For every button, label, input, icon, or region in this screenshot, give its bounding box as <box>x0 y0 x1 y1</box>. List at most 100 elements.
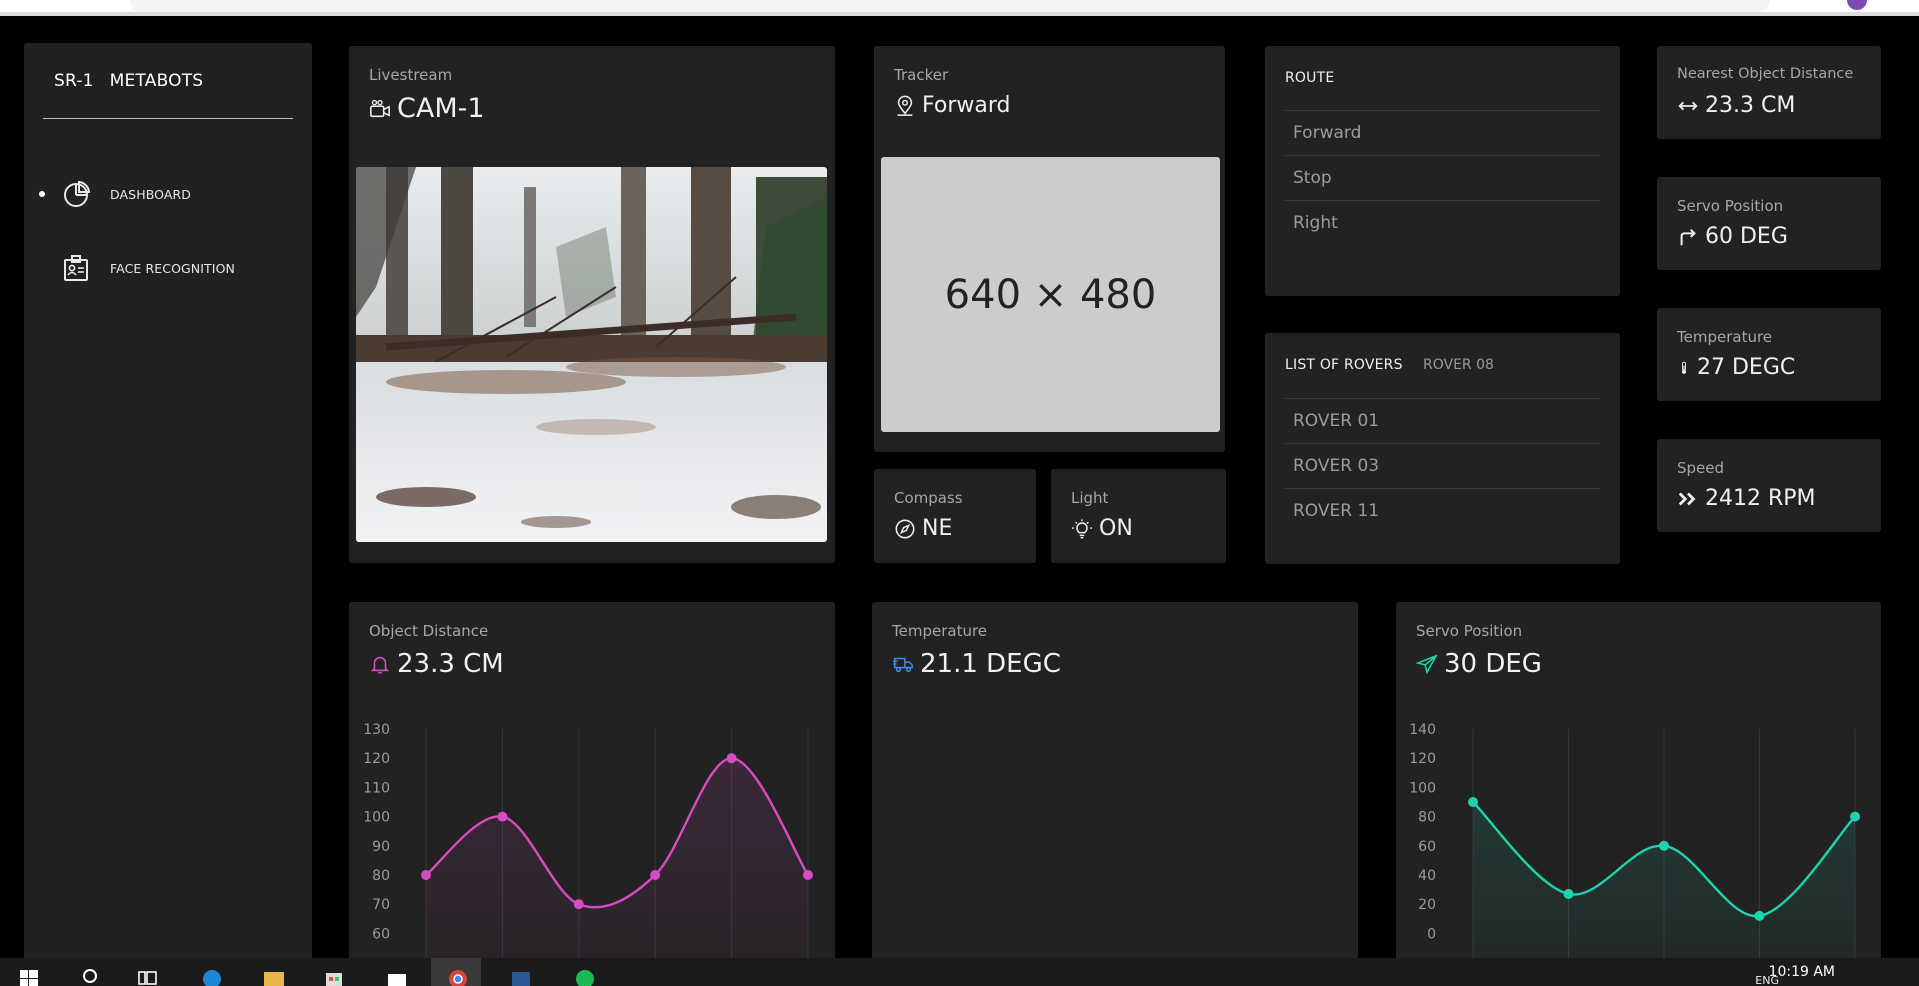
y-tick-label: 20 <box>1418 897 1436 913</box>
data-point <box>650 870 661 880</box>
y-tick-label: 60 <box>1418 839 1436 855</box>
stat-card-speed: Speed 2412 RPM <box>1657 439 1881 532</box>
profile-avatar[interactable] <box>1847 0 1867 10</box>
data-point <box>1563 888 1574 899</box>
servo-position-chart-card: Servo Position 30 DEG 140 120 100 80 60 40 20 0 <box>1396 602 1881 982</box>
sidebar: SR-1 METABOTS DASHBOARD FACE RECOGNITION <box>24 43 312 968</box>
compass-value: NE <box>894 516 952 541</box>
route-item-stop[interactable]: Stop <box>1285 155 1600 200</box>
temperature-chart-value: 21.1 DEGC <box>920 649 1061 679</box>
y-tick-label: 120 <box>1409 751 1436 767</box>
route-item-right[interactable]: Right <box>1285 200 1600 245</box>
y-tick-label: 0 <box>1427 926 1436 942</box>
y-tick-label: 80 <box>1418 810 1436 826</box>
pie-chart-icon <box>64 180 91 207</box>
sidebar-item-face-recognition[interactable]: FACE RECOGNITION <box>24 250 312 286</box>
chart-value: 21.1 DEGC <box>892 649 1061 679</box>
temperature-chart-card: Temperature 21.1 DEGC <box>872 602 1358 982</box>
route-item-forward[interactable]: Forward <box>1285 110 1600 155</box>
rover-item[interactable]: ROVER 01 <box>1285 398 1600 443</box>
rovers-title[interactable]: LIST OF ROVERS <box>1285 357 1403 373</box>
task-view-icon[interactable] <box>137 966 159 986</box>
chrome-icon[interactable] <box>447 966 469 986</box>
mail-icon[interactable] <box>386 966 408 986</box>
y-tick-label: 90 <box>372 839 390 855</box>
sidebar-item-dashboard[interactable]: DASHBOARD <box>24 176 312 212</box>
series-area <box>426 758 808 982</box>
rovers-card: LIST OF ROVERS ROVER 08 ROVER 01 ROVER 0… <box>1265 333 1620 564</box>
speed-value: 2412 RPM <box>1705 486 1816 511</box>
word-icon[interactable] <box>510 966 532 986</box>
spotify-icon[interactable] <box>574 966 596 986</box>
tracker-card: Tracker Forward 640 × 480 <box>874 46 1225 452</box>
y-tick-label: 80 <box>372 868 390 884</box>
rover-item[interactable]: ROVER 03 <box>1285 443 1600 488</box>
compass-label: Compass <box>894 489 963 507</box>
brand-code: SR-1 <box>54 71 94 91</box>
taskbar: ENG 10:19 AM <box>0 958 1919 986</box>
y-tick-label: 100 <box>363 810 390 826</box>
windows-start-icon[interactable] <box>18 966 40 986</box>
data-point <box>497 811 508 822</box>
y-tick-label: 100 <box>1409 780 1436 796</box>
data-point <box>803 870 813 880</box>
stat-value: 23.3 CM <box>1677 93 1795 118</box>
store-icon[interactable] <box>323 966 345 986</box>
data-point <box>1659 840 1669 851</box>
stat-label: Nearest Object Distance <box>1677 66 1854 82</box>
browser-toolbar <box>0 0 1919 16</box>
servo-position-chart: 140 120 100 80 60 40 20 0 <box>1409 722 1860 982</box>
stat-value: 27 DEGC <box>1677 355 1795 380</box>
compass-icon <box>895 519 915 538</box>
file-explorer-icon[interactable] <box>263 966 285 986</box>
stat-card-servo-position: Servo Position 60 DEG <box>1657 177 1881 270</box>
data-point <box>1850 811 1860 822</box>
y-tick-label: 110 <box>363 780 390 796</box>
data-point <box>1468 797 1478 807</box>
taskbar-clock[interactable]: 10:19 AM <box>1769 964 1835 980</box>
tracker-label: Tracker <box>894 66 949 84</box>
y-tick-label: 60 <box>372 926 390 942</box>
stat-card-nearest-object-distance: Nearest Object Distance 23.3 CM <box>1657 46 1881 139</box>
edge-browser-icon[interactable] <box>201 966 223 986</box>
map-pin-icon <box>897 95 913 116</box>
livestream-label: Livestream <box>369 66 453 84</box>
compass-card: Compass NE <box>874 469 1036 563</box>
light-card: Light ON <box>1051 469 1226 563</box>
route-title: ROUTE <box>1285 70 1335 86</box>
turn-right-arrow-icon <box>1680 228 1696 245</box>
livestream-card: Livestream CAM-1 <box>349 46 835 563</box>
active-indicator <box>39 191 45 197</box>
y-tick-label: 140 <box>1409 722 1436 738</box>
data-point <box>726 753 737 764</box>
rover-selected-tab[interactable]: ROVER 08 <box>1423 357 1494 373</box>
brand: SR-1 METABOTS <box>54 71 203 91</box>
compass-heading: NE <box>922 516 953 541</box>
servo-position-value: 60 DEG <box>1705 224 1788 249</box>
chart-label: Temperature <box>892 622 988 640</box>
stat-card-temperature: Temperature 27 DEGC <box>1657 308 1881 401</box>
object-distance-chart-card: Object Distance 23.3 CM 130 120 110 100 90 80… <box>349 602 835 982</box>
y-tick-label: 120 <box>363 751 390 767</box>
y-tick-label: 70 <box>372 897 390 913</box>
tracker-placeholder: 640 × 480 <box>881 157 1220 432</box>
nearest-distance-value: 23.3 CM <box>1705 93 1796 118</box>
object-distance-chart: 130 120 110 100 90 80 70 60 <box>363 722 813 982</box>
stat-label: Servo Position <box>1677 197 1784 215</box>
search-icon[interactable] <box>80 966 102 986</box>
delivery-truck-icon <box>892 657 913 673</box>
light-label: Light <box>1071 489 1109 507</box>
light-state: ON <box>1099 516 1133 541</box>
stat-value: 60 DEG <box>1677 224 1788 249</box>
sidebar-item-label: FACE RECOGNITION <box>110 260 235 276</box>
light-bulb-icon <box>1071 518 1093 538</box>
livestream-video[interactable] <box>356 167 827 542</box>
brand-name: METABOTS <box>109 71 204 91</box>
address-bar[interactable] <box>130 0 1770 12</box>
thermometer-icon <box>1681 361 1687 374</box>
camera-name: CAM-1 <box>397 93 485 124</box>
route-card: ROUTE Forward Stop Right <box>1265 46 1620 296</box>
brand-divider <box>43 118 293 119</box>
double-arrow-icon <box>1678 101 1698 110</box>
rover-item[interactable]: ROVER 11 <box>1285 488 1600 533</box>
